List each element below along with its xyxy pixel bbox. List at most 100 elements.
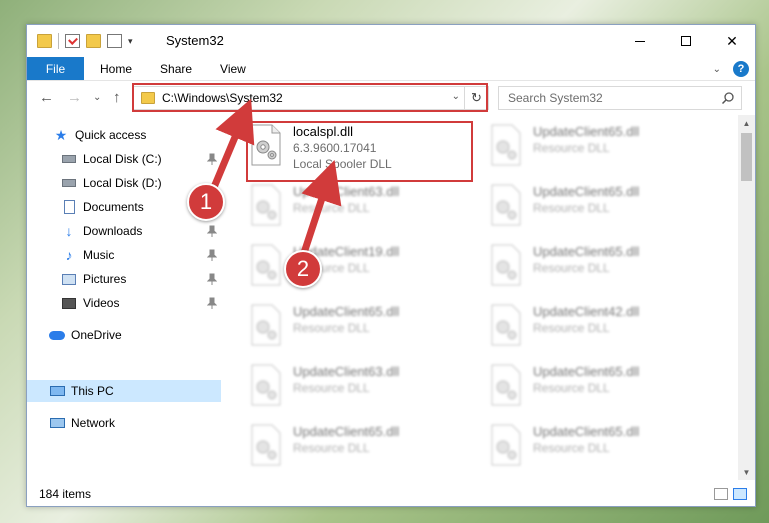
onedrive-icon (49, 328, 65, 342)
details-view-icon[interactable] (714, 488, 728, 500)
sidebar-item-label: Network (71, 416, 116, 430)
close-button[interactable]: ✕ (709, 25, 755, 57)
close-icon: ✕ (726, 32, 738, 49)
maximize-icon (681, 36, 691, 46)
sidebar-item-quick-access[interactable]: ★ Quick access (27, 124, 221, 146)
sidebar-item-music[interactable]: ♪ Music (27, 244, 221, 266)
scroll-down-icon[interactable]: ▼ (738, 464, 755, 480)
sidebar-item-network[interactable]: Network (27, 412, 221, 434)
dll-file-icon (251, 184, 281, 226)
file-name: UpdateClient65.dll (533, 244, 640, 259)
file-item[interactable]: UpdateClient63.dll Resource DLL (245, 177, 475, 235)
customize-dropdown-icon[interactable]: ▾ (128, 36, 133, 47)
sidebar-item-label: Music (83, 248, 115, 262)
expand-ribbon-icon[interactable]: ⌄ (713, 64, 721, 75)
file-description: Resource DLL (533, 141, 610, 155)
file-name: UpdateClient65.dll (533, 424, 640, 439)
dll-file-icon (491, 364, 521, 406)
dll-file-icon (251, 304, 281, 346)
drive-icon (61, 152, 77, 166)
step-1-badge: 1 (187, 183, 225, 221)
search-box[interactable]: Search System32 (498, 86, 742, 110)
file-item[interactable]: UpdateClient65.dll Resource DLL (245, 417, 475, 475)
minimize-button[interactable] (617, 25, 663, 57)
sidebar-item-onedrive[interactable]: OneDrive (27, 324, 221, 346)
star-icon: ★ (54, 126, 68, 143)
window-controls: ✕ (617, 25, 755, 57)
dll-file-icon (251, 364, 281, 406)
properties-icon[interactable] (65, 34, 80, 48)
dll-file-icon (491, 304, 521, 346)
file-highlight (246, 121, 473, 182)
sidebar-item-this-pc[interactable]: This PC (27, 380, 221, 402)
address-bar-highlight (132, 83, 488, 112)
file-item[interactable]: UpdateClient42.dll Resource DLL (485, 297, 715, 355)
sidebar-item-label: Quick access (75, 128, 147, 142)
file-description: Resource DLL (533, 201, 610, 215)
dll-file-icon (491, 244, 521, 286)
title-bar: ▾ System32 ✕ (27, 25, 755, 57)
file-name: UpdateClient63.dll (293, 184, 400, 199)
file-item[interactable]: UpdateClient65.dll Resource DLL (485, 357, 715, 415)
file-name: UpdateClient42.dll (533, 304, 640, 319)
step-2-badge: 2 (284, 250, 322, 288)
videos-icon (61, 296, 77, 310)
file-item[interactable]: UpdateClient65.dll Resource DLL (245, 297, 475, 355)
tiles-view-icon[interactable] (733, 488, 747, 500)
folder-icon (37, 34, 52, 48)
file-name: UpdateClient63.dll (293, 364, 400, 379)
scroll-up-icon[interactable]: ▲ (738, 115, 755, 131)
file-description: Resource DLL (533, 321, 610, 335)
file-item[interactable]: UpdateClient19.dll Resource DLL (245, 237, 475, 295)
pictures-icon (61, 272, 77, 286)
downloads-icon: ↓ (65, 223, 73, 239)
file-description: Resource DLL (293, 321, 370, 335)
help-icon[interactable]: ? (733, 61, 749, 77)
back-button[interactable]: ← (39, 89, 54, 106)
file-name: UpdateClient65.dll (293, 304, 400, 319)
sidebar-item-downloads[interactable]: ↓ Downloads (27, 220, 221, 242)
file-item[interactable]: UpdateClient65.dll Resource DLL (485, 237, 715, 295)
tab-file[interactable]: File (27, 57, 84, 80)
dll-file-icon (491, 184, 521, 226)
recent-locations-button[interactable]: ⌄ (93, 92, 101, 103)
sidebar-item-pictures[interactable]: Pictures (27, 268, 221, 290)
maximize-button[interactable] (663, 25, 709, 57)
minimize-icon (635, 40, 645, 42)
this-pc-icon (49, 384, 65, 398)
file-item[interactable]: UpdateClient65.dll Resource DLL (485, 117, 715, 175)
vertical-scrollbar[interactable]: ▲ ▼ (738, 115, 755, 480)
sidebar-item-label: This PC (71, 384, 114, 398)
dll-file-icon (251, 244, 281, 286)
new-folder-icon[interactable] (86, 34, 101, 48)
file-name: UpdateClient65.dll (533, 184, 640, 199)
quick-access-toolbar: ▾ (37, 33, 133, 49)
navigation-pane: ★ Quick access Local Disk (C:) Local Dis… (27, 115, 221, 480)
ribbon-right-controls: ⌄ ? (713, 61, 749, 77)
file-item[interactable]: UpdateClient63.dll Resource DLL (245, 357, 475, 415)
file-name: UpdateClient65.dll (533, 124, 640, 139)
network-icon (49, 416, 65, 430)
sidebar-item-label: OneDrive (71, 328, 122, 342)
search-input[interactable]: Search System32 (508, 91, 603, 105)
customize-toolbar-icon[interactable] (107, 34, 122, 48)
dll-file-icon (491, 124, 521, 166)
file-item[interactable]: UpdateClient65.dll Resource DLL (485, 177, 715, 235)
scroll-thumb[interactable] (741, 133, 752, 181)
documents-icon (61, 200, 77, 214)
up-button[interactable]: ↑ (113, 89, 121, 106)
file-description: Resource DLL (293, 381, 370, 395)
window-title: System32 (166, 33, 224, 48)
forward-button[interactable]: → (67, 89, 82, 106)
tab-view[interactable]: View (206, 57, 260, 80)
tab-share[interactable]: Share (146, 57, 206, 80)
sidebar-item-label: Local Disk (D:) (83, 176, 162, 190)
file-description: Resource DLL (533, 441, 610, 455)
file-name: UpdateClient65.dll (293, 424, 400, 439)
sidebar-item-local-disk-c[interactable]: Local Disk (C:) (27, 148, 221, 170)
file-item[interactable]: UpdateClient65.dll Resource DLL (485, 417, 715, 475)
ribbon-tabs: File Home Share View ⌄ ? (27, 57, 755, 81)
search-icon[interactable] (721, 91, 735, 105)
sidebar-item-videos[interactable]: Videos (27, 292, 221, 314)
tab-home[interactable]: Home (84, 57, 146, 80)
